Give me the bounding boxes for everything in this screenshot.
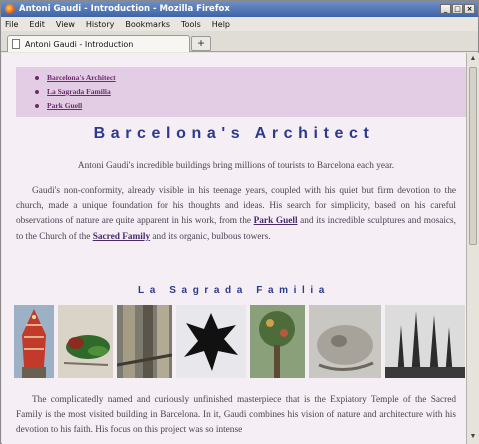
page-icon [12, 39, 20, 49]
photo-mosaic-tree [250, 305, 305, 378]
window-title: Antoni Gaudi - Introduction - Mozilla Fi… [19, 4, 230, 14]
scroll-thumb[interactable] [469, 67, 477, 245]
nav-link-la-sagrada-familia[interactable]: La Sagrada Familia [47, 85, 111, 99]
body-paragraph: Gaudi's non-conformity, already visible … [16, 184, 456, 245]
nav-item-barcelonas-architect: Barcelona's Architect [35, 71, 466, 85]
tab-bar: Antoni Gaudi - Introduction + [1, 31, 478, 52]
photo-sagrada-familia-towers [385, 305, 465, 378]
menu-edit[interactable]: Edit [29, 20, 45, 29]
menu-file[interactable]: File [5, 20, 18, 29]
menu-view[interactable]: View [56, 20, 75, 29]
photo-stone-sculpture [309, 305, 381, 378]
photo-mosaic-detail [58, 305, 113, 378]
menu-bookmarks[interactable]: Bookmarks [125, 20, 170, 29]
nav-link-barcelonas-architect[interactable]: Barcelona's Architect [47, 71, 116, 85]
sacred-family-link[interactable]: Sacred Family [93, 232, 150, 242]
sagrada-familia-paragraph: The complicatedly named and curiously un… [16, 395, 456, 436]
page-nav: Barcelona's Architect La Sagrada Familia… [16, 67, 466, 117]
menu-bar: File Edit View History Bookmarks Tools H… [1, 17, 478, 31]
tab-antoni-gaudi-introduction[interactable]: Antoni Gaudi - Introduction [7, 35, 190, 52]
nav-link-park-guell[interactable]: Park Guell [47, 99, 82, 113]
page-content: Barcelona's Architect La Sagrada Familia… [2, 53, 466, 444]
photo-iron-ornament [176, 305, 246, 378]
menu-help[interactable]: Help [212, 20, 230, 29]
minimize-button[interactable]: _ [440, 4, 451, 14]
bullet-icon [35, 104, 39, 108]
tab-label: Antoni Gaudi - Introduction [25, 39, 134, 49]
park-guell-link[interactable]: Park Guell [254, 216, 298, 226]
vertical-scrollbar[interactable]: ▲ ▼ [466, 53, 479, 444]
photo-mosaic-pinnacle [14, 305, 54, 378]
title-bar: Antoni Gaudi - Introduction - Mozilla Fi… [1, 1, 478, 17]
maximize-button[interactable]: □ [452, 4, 463, 14]
paragraph-text: and its organic, bulbous towers. [150, 231, 271, 242]
photo-stone-columns [117, 305, 172, 378]
nav-item-la-sagrada-familia: La Sagrada Familia [35, 85, 466, 99]
bullet-icon [35, 90, 39, 94]
close-button[interactable]: × [464, 4, 475, 14]
new-tab-button[interactable]: + [191, 36, 211, 51]
menu-history[interactable]: History [86, 20, 114, 29]
nav-item-park-guell: Park Guell [35, 99, 466, 113]
window-controls: _ □ × [440, 4, 475, 14]
browser-window: Antoni Gaudi - Introduction - Mozilla Fi… [0, 0, 479, 444]
bullet-icon [35, 76, 39, 80]
firefox-icon [5, 4, 15, 14]
menu-tools[interactable]: Tools [181, 20, 201, 29]
page-heading: Barcelona's Architect [93, 125, 375, 142]
section-heading: La Sagrada Familia [138, 285, 330, 296]
scroll-down-icon[interactable]: ▼ [467, 433, 479, 443]
intro-paragraph: Antoni Gaudi's incredible buildings brin… [77, 161, 395, 171]
scroll-up-icon[interactable]: ▲ [467, 55, 479, 65]
